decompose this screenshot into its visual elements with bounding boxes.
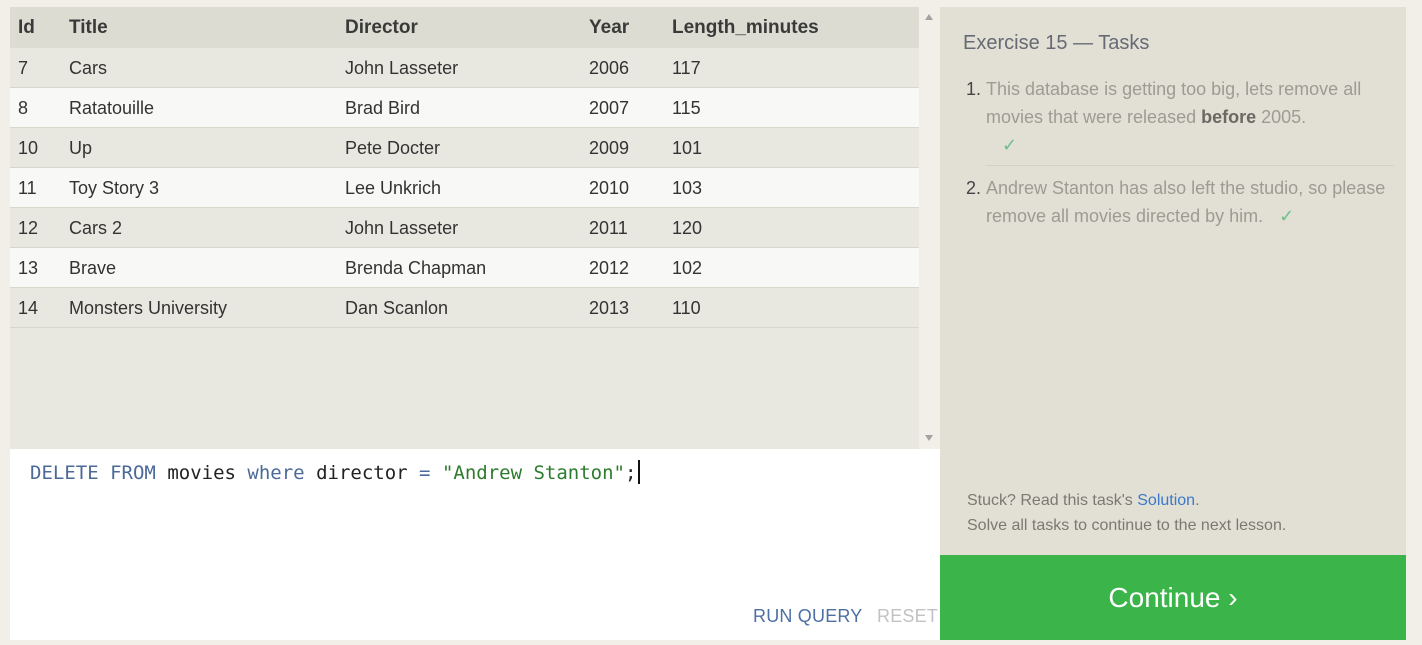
statement-terminator: ; <box>624 462 637 484</box>
cell-id: 12 <box>18 218 39 238</box>
keyword-delete: DELETE <box>30 462 99 484</box>
cell-title: Monsters University <box>69 298 228 318</box>
tasks-title: Exercise 15 — Tasks <box>963 32 1150 54</box>
solve-all-text: Solve all tasks to continue to the next … <box>967 517 1287 534</box>
cell-id: 13 <box>18 258 39 278</box>
keyword-from: FROM <box>110 462 156 484</box>
task-number: 1. <box>966 79 982 99</box>
sqlbolt-exercise: Id Title Director Year Length_minutes 7 C… <box>0 0 1422 645</box>
cell-director: John Lasseter <box>345 58 459 78</box>
cell-length-minutes: 120 <box>672 218 703 238</box>
stuck-prefix: Stuck? Read this task's <box>967 492 1138 509</box>
task-divider <box>986 165 1394 166</box>
cell-director: Lee Unkrich <box>345 178 442 198</box>
table-row: 12 Cars 2 John Lasseter 2011 120 <box>10 208 919 248</box>
string-value: "Andrew Stanton" <box>441 462 625 484</box>
cell-length-minutes: 101 <box>672 138 703 158</box>
cell-year: 2013 <box>589 298 630 318</box>
sql-query-text[interactable]: DELETE FROM movies where director = "And… <box>30 459 641 487</box>
header-title: Title <box>69 17 108 38</box>
cell-length-minutes: 117 <box>672 58 701 78</box>
header-director: Director <box>345 17 418 38</box>
scroll-up-arrow-icon[interactable] <box>925 14 933 20</box>
task-item-2: 2. Andrew Stanton has also left the stud… <box>966 174 1394 230</box>
cell-id: 11 <box>18 178 37 198</box>
reset-button[interactable]: RESET <box>877 606 938 627</box>
header-id: Id <box>18 17 35 38</box>
cell-year: 2011 <box>589 218 628 238</box>
cell-length-minutes: 103 <box>672 178 703 198</box>
solution-link[interactable]: Solution <box>1137 492 1195 509</box>
query-results-panel: Id Title Director Year Length_minutes 7 C… <box>10 7 940 449</box>
task-list: 1. This database is getting too big, let… <box>966 75 1394 230</box>
cell-title: Cars 2 <box>69 218 123 238</box>
table-row: 8 Ratatouille Brad Bird 2007 115 <box>10 88 919 128</box>
cell-length-minutes: 102 <box>672 258 703 278</box>
cell-year: 2012 <box>589 258 630 278</box>
cell-year: 2007 <box>589 98 630 118</box>
cell-title: Up <box>69 138 93 158</box>
keyword-where: where <box>247 462 305 484</box>
text-cursor <box>638 460 641 484</box>
cell-title: Brave <box>69 258 117 278</box>
operator: = <box>419 462 431 484</box>
table-name: movies <box>167 462 236 484</box>
results-table: Id Title Director Year Length_minutes 7 C… <box>10 7 919 328</box>
results-scrollbar[interactable] <box>919 7 940 449</box>
task-text-end: 2005. <box>1256 107 1307 127</box>
cell-title: Ratatouille <box>69 98 155 118</box>
cell-id: 10 <box>18 138 39 158</box>
continue-button[interactable]: Continue › <box>940 555 1406 640</box>
stuck-suffix: . <box>1195 492 1200 509</box>
cell-length-minutes: 110 <box>672 298 701 318</box>
header-length-minutes: Length_minutes <box>672 17 819 38</box>
table-body: 7 Cars John Lasseter 2006 117 8 Ratatouille Bra… <box>10 48 919 328</box>
cell-director: Brenda Chapman <box>345 258 487 278</box>
column-name: director <box>316 462 408 484</box>
task-complete-check-icon: ✓ <box>1279 206 1295 226</box>
run-query-button[interactable]: RUN QUERY <box>753 606 862 627</box>
table-row: 10 Up Pete Docter 2009 101 <box>10 128 919 168</box>
cell-length-minutes: 115 <box>672 98 701 118</box>
cell-id: 14 <box>18 298 39 318</box>
cell-year: 2009 <box>589 138 630 158</box>
header-year: Year <box>589 17 630 38</box>
table-row: 11 Toy Story 3 Lee Unkrich 2010 103 <box>10 168 919 208</box>
stuck-help-text: Stuck? Read this task's Solution. Solve … <box>967 488 1286 538</box>
task-item-1: 1. This database is getting too big, let… <box>966 75 1394 159</box>
cell-director: Pete Docter <box>345 138 441 158</box>
sql-editor[interactable]: DELETE FROM movies where director = "And… <box>10 449 940 640</box>
table-row: 14 Monsters University Dan Scanlon 2013 110 <box>10 288 919 328</box>
cell-title: Toy Story 3 <box>69 178 160 198</box>
task-text: Andrew Stanton has also left the studio,… <box>986 178 1386 226</box>
cell-year: 2010 <box>589 178 630 198</box>
task-complete-check-icon: ✓ <box>1002 135 1018 155</box>
tasks-panel: Exercise 15 — Tasks 1. This database is … <box>940 7 1406 555</box>
table-row: 7 Cars John Lasseter 2006 117 <box>10 48 919 88</box>
task-number: 2. <box>966 178 982 198</box>
cell-id: 7 <box>18 58 29 78</box>
cell-title: Cars <box>69 58 108 78</box>
cell-id: 8 <box>18 98 29 118</box>
cell-director: John Lasseter <box>345 218 459 238</box>
cell-director: Dan Scanlon <box>345 298 449 318</box>
table-header-row: Id Title Director Year Length_minutes <box>10 7 919 48</box>
task-text-bold: before <box>1201 107 1257 127</box>
scroll-down-arrow-icon[interactable] <box>925 435 933 441</box>
cell-year: 2006 <box>589 58 630 78</box>
cell-director: Brad Bird <box>345 98 421 118</box>
table-row: 13 Brave Brenda Chapman 2012 102 <box>10 248 919 288</box>
